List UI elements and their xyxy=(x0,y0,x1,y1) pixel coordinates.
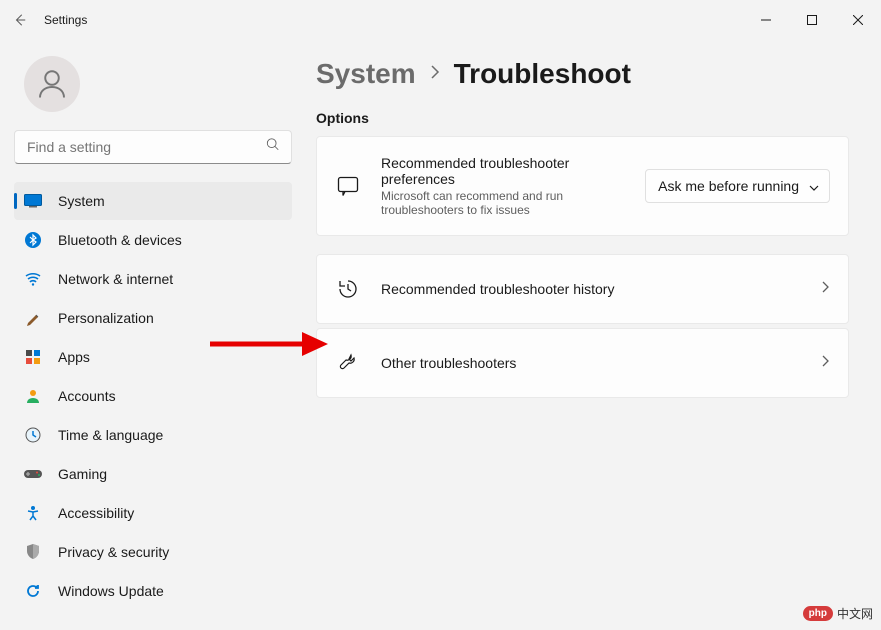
sidebar-item-label: Privacy & security xyxy=(58,544,169,560)
titlebar: Settings xyxy=(0,0,881,40)
prefs-select[interactable]: Ask me before running xyxy=(645,169,830,203)
page-title: Troubleshoot xyxy=(454,58,631,90)
avatar[interactable] xyxy=(24,56,80,112)
chevron-down-icon xyxy=(809,178,819,194)
watermark-badge: php xyxy=(803,606,833,621)
sidebar-item-label: Windows Update xyxy=(58,583,164,599)
main-content: System Troubleshoot Options Recommended … xyxy=(306,40,881,630)
sidebar-item-gaming[interactable]: Gaming xyxy=(14,455,292,493)
sidebar-item-accounts[interactable]: Accounts xyxy=(14,377,292,415)
search-icon xyxy=(266,138,280,157)
wrench-icon xyxy=(337,352,359,374)
accessibility-icon xyxy=(24,504,42,522)
accounts-icon xyxy=(24,387,42,405)
update-icon xyxy=(24,582,42,600)
card-description: Microsoft can recommend and run troubles… xyxy=(381,189,621,217)
sidebar: System Bluetooth & devices Network & int… xyxy=(0,40,306,630)
card-title: Recommended troubleshooter history xyxy=(381,281,800,297)
maximize-button[interactable] xyxy=(789,4,835,36)
history-icon xyxy=(337,278,359,300)
card-title: Other troubleshooters xyxy=(381,355,800,371)
bluetooth-icon xyxy=(24,231,42,249)
back-button[interactable] xyxy=(12,12,28,28)
gaming-icon xyxy=(24,465,42,483)
privacy-icon xyxy=(24,543,42,561)
time-icon xyxy=(24,426,42,444)
sidebar-item-bluetooth[interactable]: Bluetooth & devices xyxy=(14,221,292,259)
sidebar-item-label: Gaming xyxy=(58,466,107,482)
sidebar-item-update[interactable]: Windows Update xyxy=(14,572,292,610)
breadcrumb-parent[interactable]: System xyxy=(316,58,416,90)
card-recommended-prefs: Recommended troubleshooter preferences M… xyxy=(316,136,849,236)
sidebar-item-label: Accessibility xyxy=(58,505,134,521)
section-label: Options xyxy=(316,110,849,126)
sidebar-item-label: Personalization xyxy=(58,310,154,326)
sidebar-item-label: Time & language xyxy=(58,427,163,443)
card-title: Recommended troubleshooter preferences xyxy=(381,155,623,187)
card-other-troubleshooters[interactable]: Other troubleshooters xyxy=(316,328,849,398)
window-controls xyxy=(743,4,881,36)
select-value: Ask me before running xyxy=(658,178,799,194)
sidebar-item-network[interactable]: Network & internet xyxy=(14,260,292,298)
sidebar-item-privacy[interactable]: Privacy & security xyxy=(14,533,292,571)
sidebar-item-accessibility[interactable]: Accessibility xyxy=(14,494,292,532)
watermark-text: 中文网 xyxy=(837,605,873,622)
search-box xyxy=(14,130,292,164)
chevron-right-icon xyxy=(430,65,440,84)
sidebar-item-time[interactable]: Time & language xyxy=(14,416,292,454)
chat-icon xyxy=(337,175,359,197)
sidebar-item-system[interactable]: System xyxy=(14,182,292,220)
search-input[interactable] xyxy=(14,130,292,164)
sidebar-item-personalization[interactable]: Personalization xyxy=(14,299,292,337)
chevron-right-icon xyxy=(822,280,830,298)
minimize-button[interactable] xyxy=(743,4,789,36)
personalization-icon xyxy=(24,309,42,327)
system-icon xyxy=(24,192,42,210)
window-title: Settings xyxy=(44,13,87,27)
watermark: php 中文网 xyxy=(803,605,873,622)
card-history[interactable]: Recommended troubleshooter history xyxy=(316,254,849,324)
apps-icon xyxy=(24,348,42,366)
sidebar-item-label: Bluetooth & devices xyxy=(58,232,182,248)
chevron-right-icon xyxy=(822,354,830,372)
breadcrumb: System Troubleshoot xyxy=(316,58,849,90)
sidebar-item-label: Apps xyxy=(58,349,90,365)
close-button[interactable] xyxy=(835,4,881,36)
network-icon xyxy=(24,270,42,288)
sidebar-item-apps[interactable]: Apps xyxy=(14,338,292,376)
sidebar-item-label: Network & internet xyxy=(58,271,173,287)
sidebar-item-label: Accounts xyxy=(58,388,116,404)
sidebar-item-label: System xyxy=(58,193,105,209)
